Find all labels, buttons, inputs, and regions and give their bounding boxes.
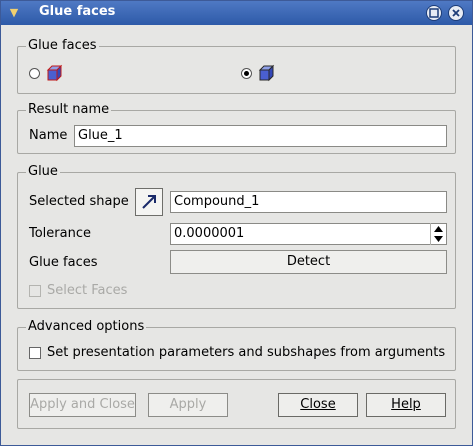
spin-up-icon[interactable]	[434, 226, 443, 232]
select-faces-label: Select Faces	[47, 283, 128, 298]
glue-faces-mode-radio[interactable]	[29, 68, 40, 79]
advanced-options-group: Advanced options Set presentation parame…	[17, 319, 456, 371]
cube-icon	[258, 64, 275, 82]
mode-group-title: Glue faces	[26, 38, 99, 54]
pin-icon[interactable]: ▼	[7, 6, 21, 20]
apply-button[interactable]: Apply	[148, 393, 228, 417]
name-label: Name	[29, 128, 68, 143]
tolerance-label: Tolerance	[29, 226, 91, 241]
close-button[interactable]: Close	[278, 393, 358, 417]
minimize-icon[interactable]	[426, 5, 442, 21]
tolerance-value: 0.0000001	[174, 226, 245, 241]
tolerance-spin-buttons[interactable]	[430, 223, 446, 245]
result-name-group-title: Result name	[26, 102, 112, 118]
set-presentation-params-label: Set presentation parameters and subshape…	[47, 345, 446, 360]
result-name-group: Result name Name Glue_1	[17, 102, 456, 154]
close-icon[interactable]	[448, 5, 464, 21]
glue-group: Glue Selected shape Compound_1 Tolerance…	[17, 164, 456, 309]
select-shape-button[interactable]	[135, 188, 163, 216]
name-input[interactable]: Glue_1	[74, 125, 447, 147]
glue-faces-by-selection-radio[interactable]	[241, 68, 252, 79]
tolerance-spinbox[interactable]: 0.0000001	[170, 223, 447, 245]
help-button[interactable]: Help	[366, 393, 446, 417]
advanced-options-title: Advanced options	[26, 319, 147, 335]
spin-down-icon[interactable]	[434, 236, 443, 242]
select-faces-checkbox[interactable]	[29, 285, 41, 297]
detect-button[interactable]: Detect	[170, 250, 447, 274]
cube-icon	[46, 64, 63, 82]
title-bar[interactable]: ▼ Glue faces	[1, 1, 472, 25]
mode-group: Glue faces	[17, 38, 456, 94]
glue-faces-dialog: ▼ Glue faces Glue faces Result name Name…	[0, 0, 473, 446]
glue-faces-label: Glue faces	[29, 255, 98, 270]
selected-shape-field[interactable]: Compound_1	[170, 191, 447, 213]
button-bar: Apply and Close Apply Close Help	[17, 379, 456, 429]
window-title: Glue faces	[39, 4, 116, 19]
glue-group-title: Glue	[26, 164, 60, 180]
selected-shape-label: Selected shape	[29, 194, 129, 209]
arrow-icon	[142, 195, 156, 209]
apply-and-close-button[interactable]: Apply and Close	[29, 393, 136, 417]
set-presentation-params-checkbox[interactable]	[29, 347, 41, 359]
